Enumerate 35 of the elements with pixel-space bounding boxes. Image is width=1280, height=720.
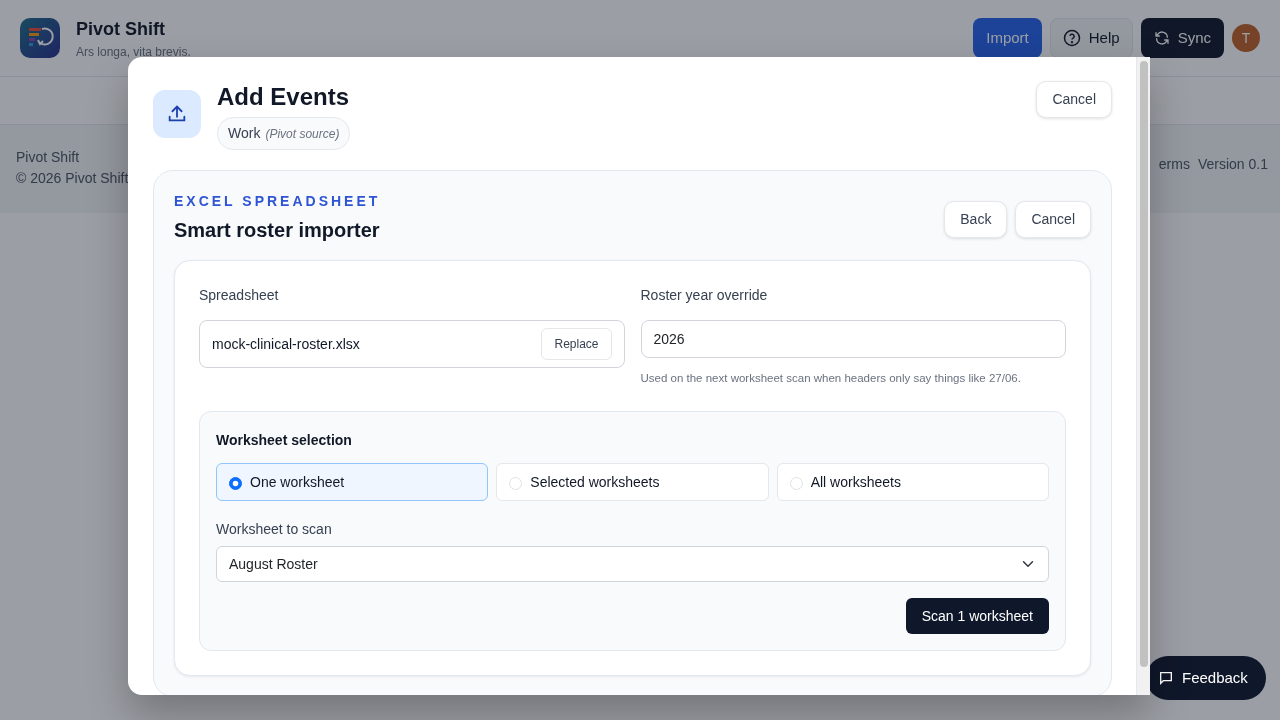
footer-link[interactable]: erms — [1158, 153, 1190, 175]
app-title: Pivot Shift — [76, 17, 166, 41]
radio-option[interactable]: All worksheets — [776, 463, 1049, 502]
logo-icon — [20, 18, 60, 58]
eyebrow-label: EXCEL SPREADSHEET — [174, 192, 381, 211]
source-note: (Pivot source) — [265, 126, 340, 143]
source-label: Work — [228, 124, 261, 143]
header-button[interactable]: Sync — [1140, 18, 1224, 58]
copyright-text: © 2026 Pivot Shift — [16, 169, 129, 188]
scan-button[interactable]: Scan 1 worksheet — [905, 598, 1049, 635]
radio-button[interactable] — [229, 476, 242, 490]
footer-link[interactable]: Version 0.1 — [1197, 153, 1268, 175]
help-icon — [1062, 29, 1081, 47]
chat-icon — [1158, 670, 1174, 686]
field-label: Spreadsheet — [199, 286, 280, 305]
header-button[interactable]: Help — [1049, 18, 1133, 58]
section-title: Worksheet selection — [216, 431, 353, 451]
footer-name: Pivot Shift — [16, 148, 81, 167]
app-tagline: Ars longa, vita brevis. — [76, 43, 191, 61]
field-label: Roster year override — [640, 286, 769, 305]
year-input[interactable]: 2026 — [640, 320, 1066, 358]
importer-title: Smart roster importer — [174, 218, 381, 242]
sync-icon — [1153, 30, 1170, 46]
radio-option[interactable]: One worksheet — [216, 463, 489, 502]
back-button[interactable]: Back — [944, 201, 1008, 238]
dialog-title: Add Events — [217, 82, 351, 112]
radio-option[interactable]: Selected worksheets — [496, 463, 769, 502]
help-text: Used on the next worksheet scan when headers only say things like 27/06. — [640, 371, 1022, 386]
replace-button[interactable]: Replace — [541, 328, 612, 360]
worksheet-select[interactable]: August Roster — [216, 546, 1049, 583]
file-field[interactable]: mock-clinical-roster.xlsx Replace — [199, 320, 625, 368]
cancel-button[interactable]: Cancel — [1015, 201, 1091, 238]
field-label: Worksheet to scan — [216, 520, 333, 540]
cancel-button[interactable]: Cancel — [1036, 81, 1112, 118]
upload-icon — [153, 90, 201, 138]
